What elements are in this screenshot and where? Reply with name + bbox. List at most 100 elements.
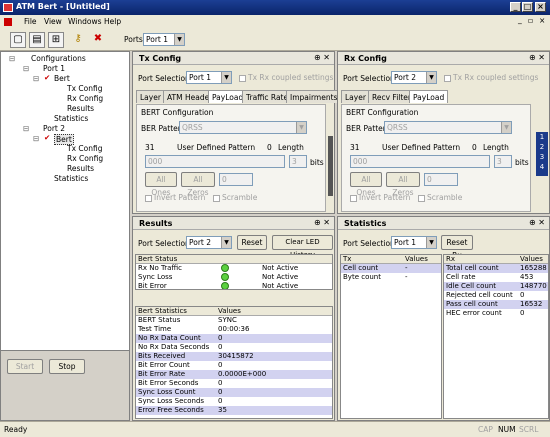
side-tab-2[interactable]: 2 (536, 142, 548, 152)
pin-close-icon[interactable]: ⊕ ✕ (314, 218, 330, 227)
tree-results-2[interactable]: Results (67, 164, 94, 173)
menu-help[interactable]: Help (104, 17, 121, 26)
tree-collapse-icon[interactable]: ⊟ (33, 74, 39, 83)
rx-scramble-checkbox[interactable]: Scramble (418, 193, 462, 202)
rx-invert-checkbox[interactable]: Invert Pattern (350, 193, 410, 202)
tree-port-1[interactable]: Port 1 (43, 64, 65, 73)
close-button[interactable]: × (535, 2, 546, 12)
start-button[interactable]: Start (7, 359, 43, 374)
tab-layer[interactable]: Layer (136, 90, 165, 103)
rx-coupled-checkbox[interactable]: Tx Rx coupled settings (444, 73, 538, 82)
pin-close-icon[interactable]: ⊕ ✕ (529, 218, 545, 227)
statistics-panel: Statistics ⊕ ✕ Port Selection Port 1 ▼ Res… (337, 216, 550, 421)
rx-all-ones-button[interactable]: All Ones (350, 172, 382, 197)
mdi-minimize-icon[interactable]: _ (518, 15, 522, 24)
rx-pattern-field[interactable]: 000 (350, 155, 490, 168)
tab-impairments[interactable]: Impairments (286, 90, 342, 103)
tree-collapse-icon[interactable]: ⊟ (23, 124, 29, 133)
stats-port-value: Port 1 (394, 238, 417, 247)
rx-all-zeros-button[interactable]: All Zeros (386, 172, 420, 197)
stat-name: Bit Error Count (138, 361, 190, 369)
tx-invert-checkbox[interactable]: Invert Pattern (145, 193, 205, 202)
tx-bert-config-group: BERT Configuration BER Pattern QRSS ▼ 31 … (136, 104, 326, 212)
side-tab-4[interactable]: 4 (536, 162, 548, 172)
results-reset-button[interactable]: Reset (237, 235, 267, 250)
tab-traffic-rate[interactable]: Traffic Rate (242, 90, 293, 103)
stat-name: Sync Loss Count (138, 388, 196, 396)
tree-rx-config-2[interactable]: Rx Config (67, 154, 103, 163)
tx-tabs: Layer ATM Header PayLoad Traffic Rate Im… (136, 90, 342, 104)
menu-file[interactable]: File (24, 17, 37, 26)
results-port-select[interactable]: Port 2 ▼ (186, 236, 232, 249)
stat-value: 16532 (520, 300, 543, 308)
tx-ber-select[interactable]: QRSS ▼ (179, 121, 307, 134)
tx-coupled-checkbox[interactable]: Tx Rx coupled settings (239, 73, 333, 82)
stop-button[interactable]: Stop (49, 359, 85, 374)
ports-select[interactable]: Port 1 ▼ (143, 33, 185, 46)
tx-all-zeros-button[interactable]: All Zeros (181, 172, 215, 197)
status-name: Bit Error (138, 282, 167, 290)
tx-scramble-checkbox[interactable]: Scramble (213, 193, 257, 202)
clear-led-history-button[interactable]: Clear LED History (272, 235, 333, 259)
stat-value: 30415872 (218, 352, 254, 360)
single-view-icon[interactable]: ▢ (10, 32, 26, 48)
tx-zero-field[interactable]: 0 (219, 173, 253, 186)
rx-ber-value: QRSS (387, 123, 408, 132)
checkbox-icon (213, 194, 220, 202)
table-row: Sync Loss Seconds 0 (136, 397, 332, 406)
split-view-icon[interactable]: ▤ (29, 32, 45, 48)
pin-close-icon[interactable]: ⊕ ✕ (529, 53, 545, 62)
tx-port-label: Port Selection (138, 74, 190, 83)
delete-icon[interactable]: ✖ (90, 32, 106, 48)
tree-tx-config-2[interactable]: Tx Config (67, 144, 102, 153)
bert-status-header: Bert Status (136, 255, 332, 264)
tree-configurations[interactable]: Configurations (31, 54, 86, 63)
tree-collapse-icon[interactable]: ⊟ (33, 134, 39, 143)
rx-length-spinner[interactable]: 3 (494, 155, 512, 168)
tx-values-header: Values (405, 255, 428, 263)
tab-recv-filter[interactable]: Recv Filter (368, 90, 416, 103)
pin-close-icon[interactable]: ⊕ ✕ (314, 53, 330, 62)
rx-side-tabs[interactable]: 1 2 3 4 (536, 132, 548, 176)
tree-collapse-icon[interactable]: ⊟ (9, 54, 15, 63)
key-icon[interactable]: ⚷ (70, 32, 86, 48)
minimize-button[interactable]: _ (510, 2, 521, 12)
tree-statistics-2[interactable]: Statistics (54, 174, 88, 183)
statistics-title: Statistics ⊕ ✕ (338, 217, 549, 230)
stats-port-select[interactable]: Port 1 ▼ (391, 236, 437, 249)
tree-tx-config-1[interactable]: Tx Config (67, 84, 102, 93)
tx-scrollbar[interactable] (328, 136, 333, 196)
tree-port-2[interactable]: Port 2 (43, 124, 65, 133)
tree-rx-config-1[interactable]: Rx Config (67, 94, 103, 103)
rx-stats-header: Rx Values (444, 255, 548, 264)
maximize-button[interactable]: □ (522, 2, 533, 12)
table-row: Pass cell count 16532 (444, 300, 548, 309)
tx-length-spinner[interactable]: 3 (289, 155, 307, 168)
stat-value: 0 (218, 343, 223, 351)
reset-rx-button[interactable]: Reset Rx (441, 235, 473, 260)
rx-coupled-label: Tx Rx coupled settings (453, 73, 539, 82)
tree-collapse-icon[interactable]: ⊟ (23, 64, 29, 73)
tree-statistics-1[interactable]: Statistics (54, 114, 88, 123)
tx-udp-zero: 0 (267, 143, 272, 152)
stat-value: 0 (218, 388, 223, 396)
grid-view-icon[interactable]: ⊞ (48, 32, 64, 48)
tab-layer[interactable]: Layer (341, 90, 370, 103)
mdi-close-icon[interactable]: × (539, 16, 545, 25)
rx-ber-select[interactable]: QRSS ▼ (384, 121, 512, 134)
mdi-restore-icon[interactable]: ▫ (528, 16, 533, 25)
tx-pattern-field[interactable]: 000 (145, 155, 285, 168)
rx-port-select[interactable]: Port 2 ▼ (391, 71, 437, 84)
rx-zero-field[interactable]: 0 (424, 173, 458, 186)
rx-port-label: Port Selection (343, 74, 395, 83)
side-tab-1[interactable]: 1 (536, 132, 548, 142)
tree-results-1[interactable]: Results (67, 104, 94, 113)
tx-port-select[interactable]: Port 1 ▼ (186, 71, 232, 84)
side-tab-3[interactable]: 3 (536, 152, 548, 162)
tree-bert-1[interactable]: Bert (54, 74, 70, 83)
document-icon (4, 18, 12, 26)
menu-windows[interactable]: Windows (68, 17, 101, 26)
menu-view[interactable]: View (44, 17, 62, 26)
tab-payload[interactable]: PayLoad (409, 90, 449, 103)
tx-all-ones-button[interactable]: All Ones (145, 172, 177, 197)
